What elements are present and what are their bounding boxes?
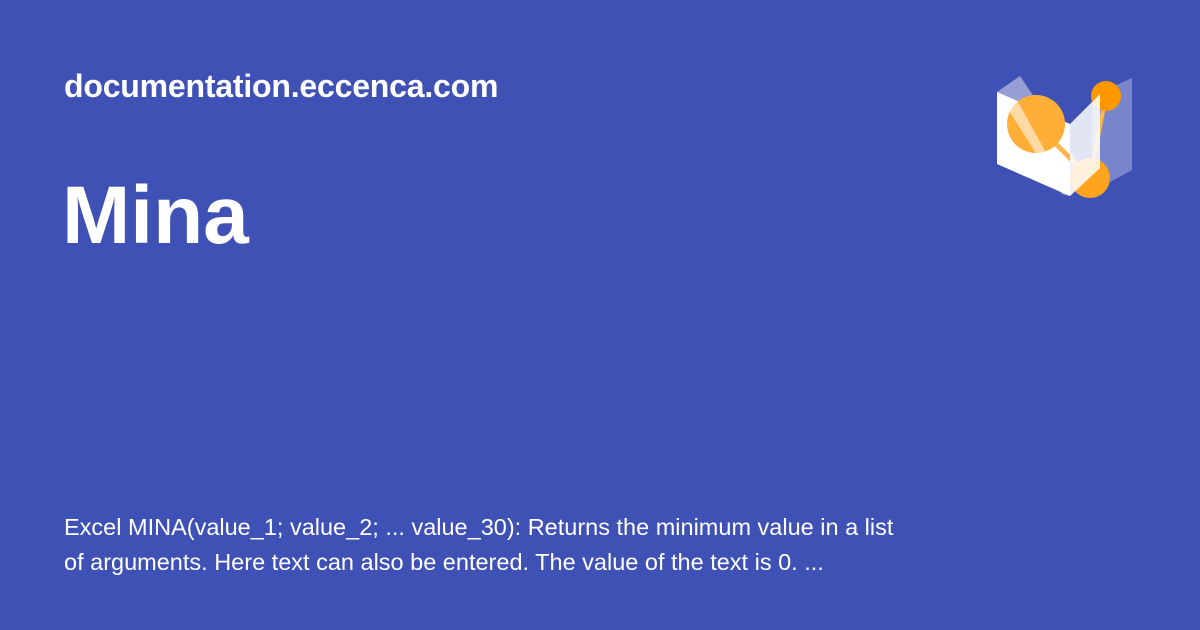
eccenca-logo-icon — [997, 76, 1132, 198]
page-title: Mina — [62, 170, 249, 261]
site-name: documentation.eccenca.com — [64, 68, 499, 104]
page-description: Excel MINA(value_1; value_2; ... value_3… — [64, 514, 894, 575]
social-card: documentation.eccenca.com Mina Excel MIN… — [0, 0, 1200, 630]
